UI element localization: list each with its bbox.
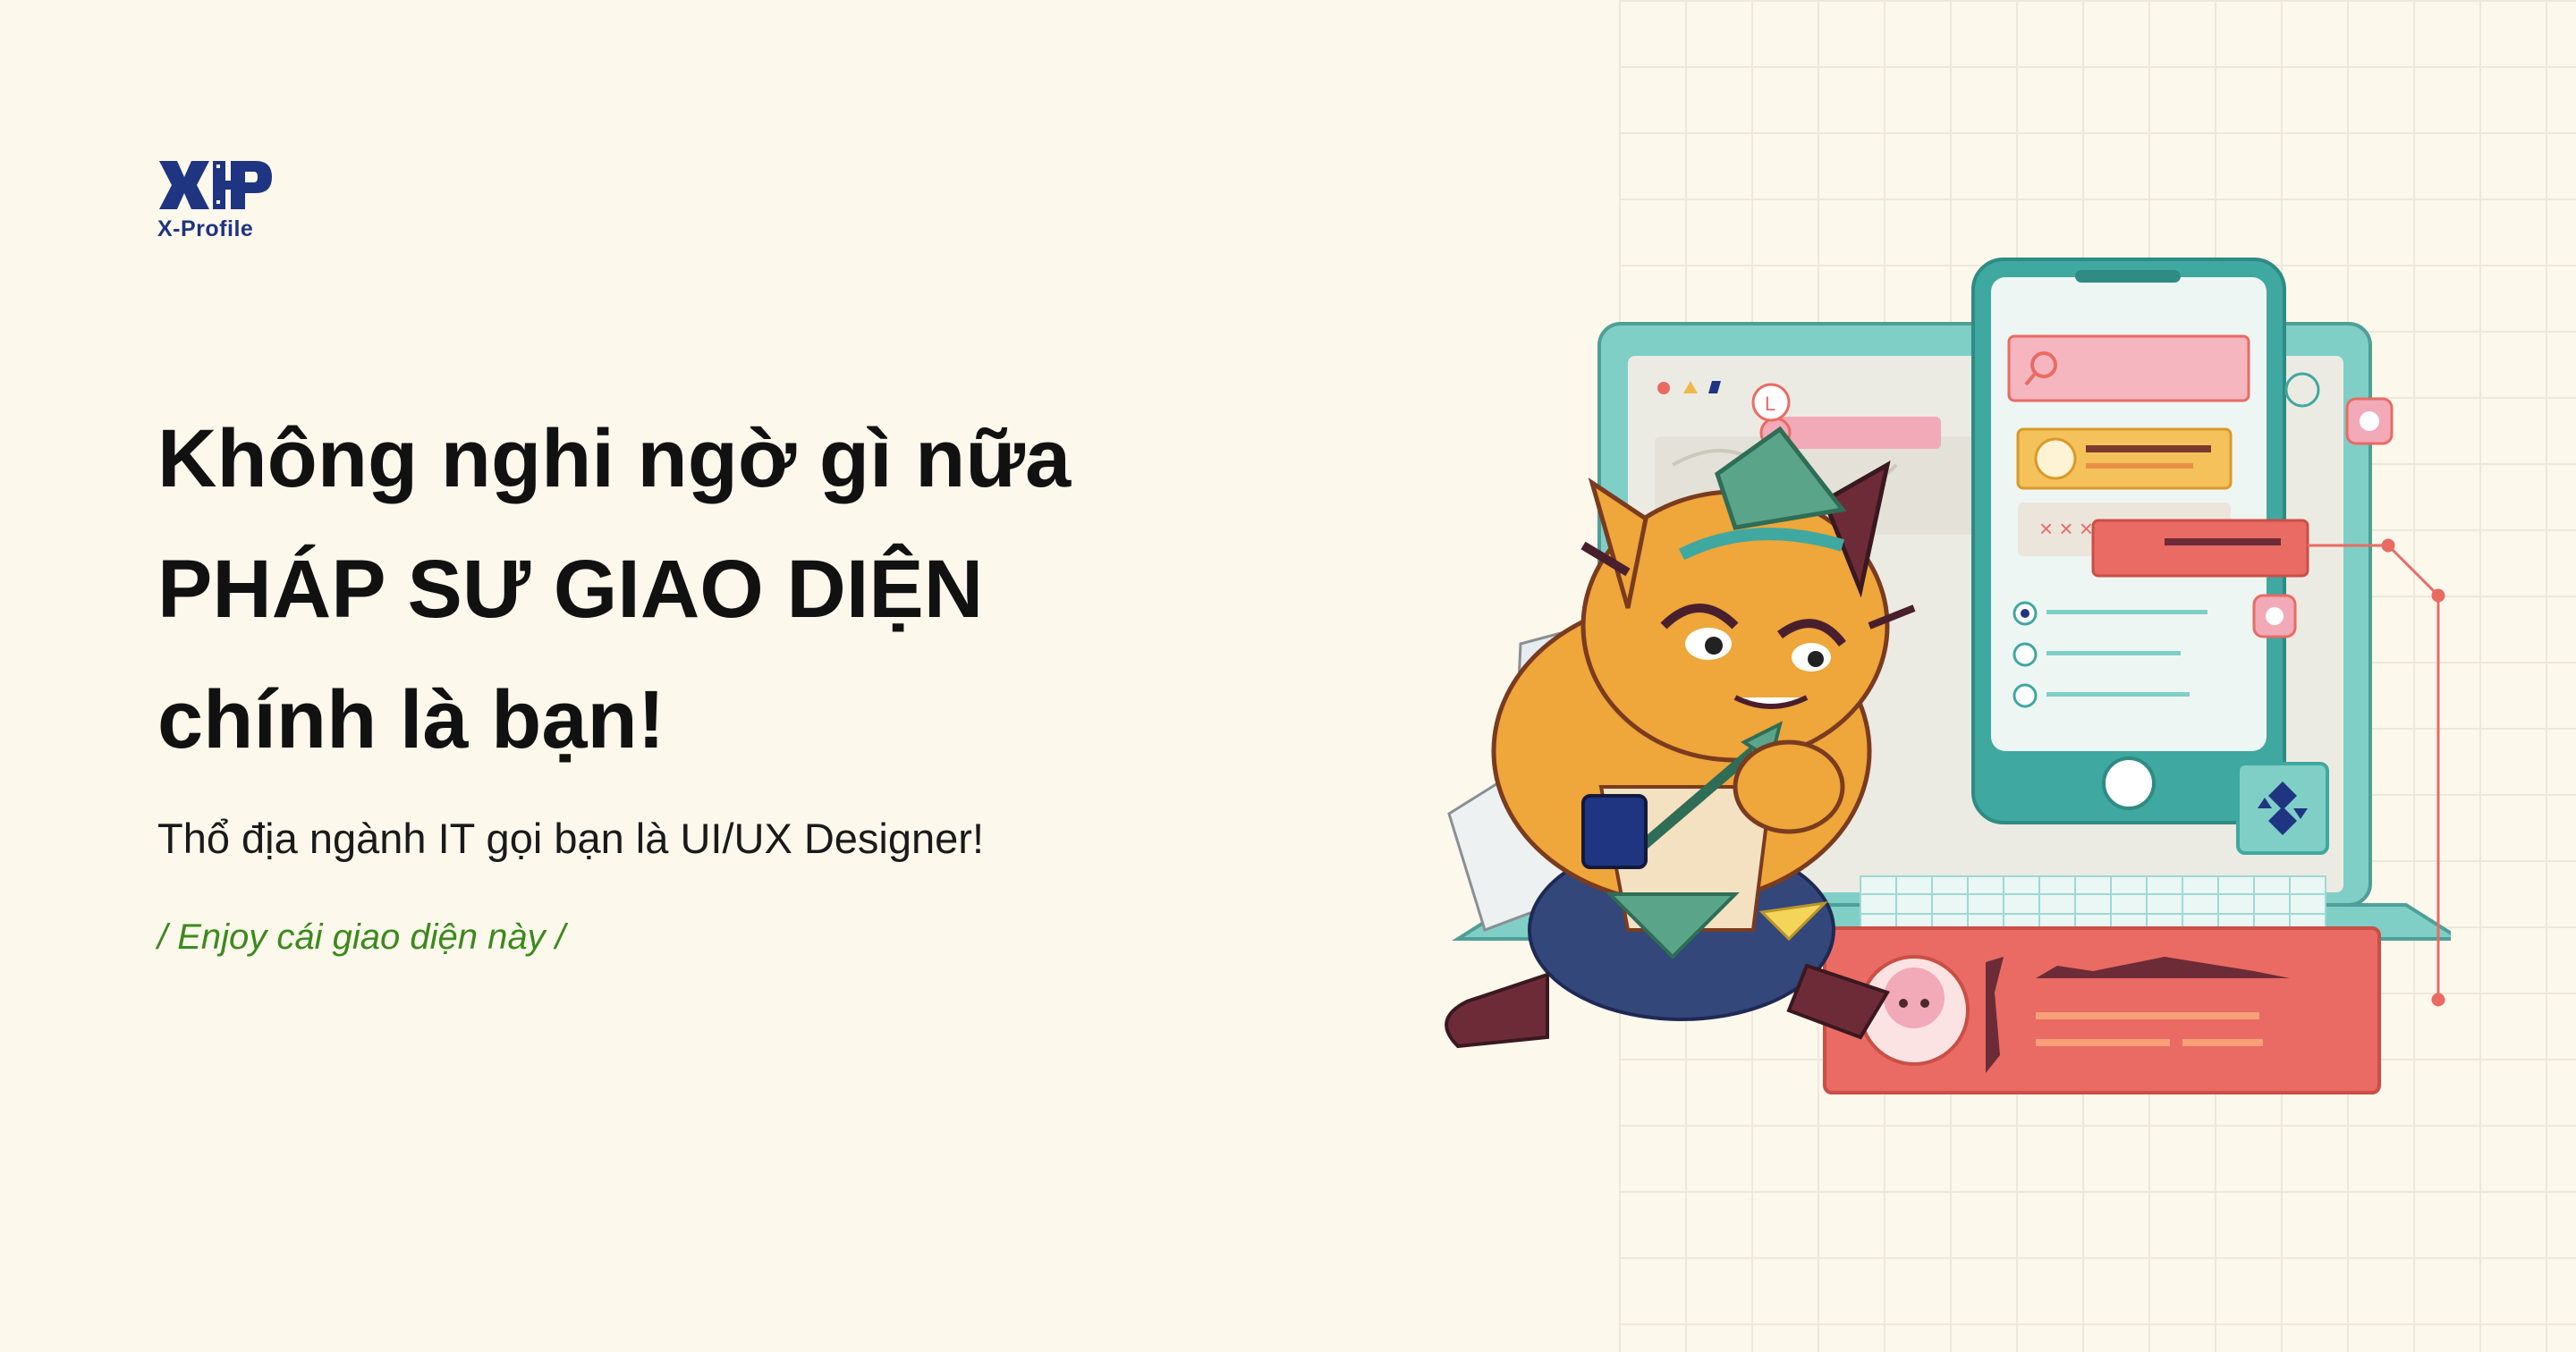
brand-logo[interactable]: X-Profile bbox=[157, 157, 275, 242]
headline-line-2: PHÁP SƯ GIAO DIỆN bbox=[157, 544, 984, 635]
headline-line-1: Không nghi ngờ gì nữa bbox=[157, 413, 1072, 504]
diamond-icon bbox=[2236, 762, 2329, 855]
headline-line-3: chính là bạn! bbox=[157, 674, 665, 765]
logo-text: X-Profile bbox=[157, 216, 254, 241]
svg-text:× × ×: × × × bbox=[2039, 515, 2093, 542]
logo-mark-icon bbox=[159, 161, 272, 209]
phone-icon: × × × bbox=[1971, 258, 2309, 824]
hero-subtitle: Thổ địa ngành IT gọi bạn là UI/UX Design… bbox=[157, 815, 985, 862]
profile-card bbox=[1823, 926, 2381, 1094]
hero-illustration: L × × × bbox=[1445, 258, 2451, 1094]
keyboard-grid bbox=[1860, 875, 2326, 934]
svg-text:L: L bbox=[1765, 393, 1775, 415]
hero-tagline: / Enjoy cái giao diện này / bbox=[157, 917, 565, 957]
hero-headline: Không nghi ngờ gì nữa PHÁP SƯ GIAO DIỆN … bbox=[157, 393, 1071, 785]
